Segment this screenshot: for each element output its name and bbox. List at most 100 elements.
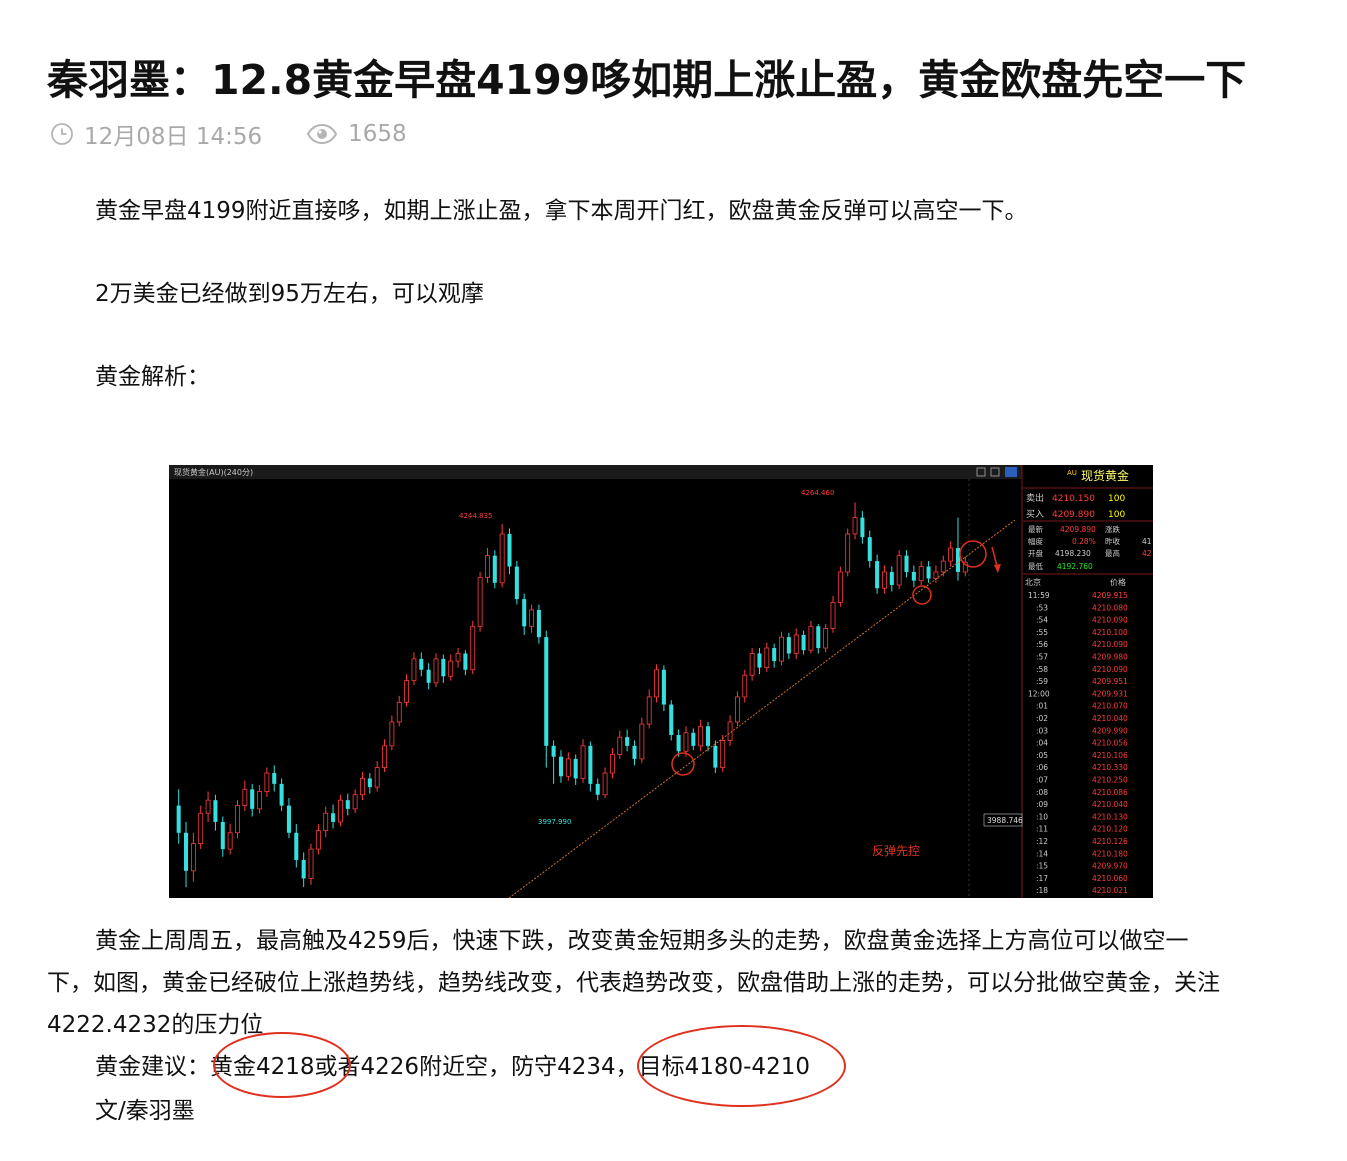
paragraph-analysis-heading: 黄金解析：	[95, 364, 210, 390]
candle-body	[323, 812, 329, 832]
candle-body	[918, 566, 924, 582]
candle	[779, 631, 784, 666]
candle-body	[485, 555, 490, 578]
tick-price: 4210.330	[1092, 763, 1128, 772]
low-value: 4192.760	[1057, 562, 1093, 571]
candle-body	[933, 571, 939, 579]
candle-body	[463, 653, 468, 670]
tick-time: :11	[1036, 825, 1048, 834]
candle	[499, 524, 505, 588]
latest-label: 最新	[1028, 524, 1044, 534]
candle-body	[455, 653, 461, 662]
prev-label: 昨收	[1105, 536, 1121, 546]
candle-body	[742, 674, 748, 698]
tick-time: :03	[1036, 726, 1048, 735]
clock-icon	[51, 123, 73, 145]
candle-body	[227, 832, 233, 850]
candle-body	[676, 734, 681, 752]
tick-header-time: 北京	[1025, 577, 1041, 587]
candle	[896, 550, 902, 590]
change-label: 涨跌	[1105, 524, 1121, 534]
tick-price: 4210.090	[1092, 665, 1128, 674]
candle-body	[639, 723, 645, 760]
prev-value: 41	[1142, 537, 1152, 546]
tick-price: 4209.980	[1092, 653, 1128, 662]
candle	[580, 739, 586, 783]
candle-body	[757, 653, 762, 668]
candle-body	[698, 725, 704, 747]
tick-price: 4209.951	[1092, 677, 1128, 686]
quote-header: 现货黄金	[1081, 468, 1129, 483]
high-label-2: 4264.460	[801, 489, 834, 497]
tick-time: :01	[1036, 702, 1048, 711]
candle	[823, 624, 829, 653]
tick-time: :04	[1036, 739, 1048, 748]
paragraph-analysis-2: 下，如图，黄金已经破位上涨趋势线，趋势线改变，代表趋势改变，欧盘借助上涨的走势，…	[47, 970, 1220, 996]
candle	[492, 550, 497, 589]
candle-body	[852, 517, 858, 535]
candle-body	[492, 555, 497, 583]
candle-body	[286, 805, 291, 833]
candle-body	[705, 726, 711, 746]
candle-body	[955, 548, 960, 572]
candle-body	[257, 791, 262, 810]
tick-time: :15	[1036, 862, 1048, 871]
candle	[661, 665, 666, 712]
quote-badge: AU	[1067, 469, 1077, 477]
candle-body	[875, 561, 880, 589]
candle-body	[250, 789, 255, 809]
tick-price: 4210.080	[1092, 603, 1128, 612]
candle-body	[595, 783, 600, 795]
article-title: 秦羽墨：12.8黄金早盘4199哆如期上涨止盈，黄金欧盘先空一下	[47, 56, 1247, 104]
candle-body	[374, 767, 380, 788]
tick-time: :53	[1036, 603, 1048, 612]
candle-body	[360, 778, 365, 796]
candle	[837, 566, 843, 607]
candle-body	[588, 745, 593, 784]
candle-body	[441, 658, 446, 677]
candle-body	[661, 669, 666, 705]
eye-icon	[306, 123, 338, 145]
candle-body	[610, 754, 615, 774]
high-label: 最高	[1105, 548, 1121, 558]
price-tag: 3988.746	[987, 816, 1023, 825]
candle-body	[720, 740, 726, 768]
tick-price: 4210.086	[1092, 788, 1128, 797]
candle-body	[669, 704, 674, 735]
tick-time: :54	[1036, 616, 1048, 625]
open-label: 开盘	[1028, 548, 1044, 558]
tick-price: 4210.126	[1092, 837, 1128, 846]
candle	[734, 691, 740, 727]
candle-body	[837, 571, 843, 603]
tick-time: 11:59	[1028, 591, 1050, 600]
candle-body	[220, 821, 225, 850]
publish-date: 12月08日 14:56	[50, 117, 262, 151]
candle-body	[911, 571, 916, 581]
candle-body	[749, 653, 755, 676]
tick-price: 4210.250	[1092, 776, 1128, 785]
candle-body	[499, 533, 505, 584]
view-count: 1658	[306, 121, 407, 147]
toolbar-window-button[interactable]	[1005, 467, 1017, 477]
high-value: 42	[1142, 549, 1152, 558]
low-label: 3997.990	[538, 818, 571, 826]
high-label-1: 4244.835	[459, 512, 492, 520]
tick-time: :17	[1036, 874, 1048, 883]
date-text: 12月08日 14:56	[84, 124, 263, 150]
tick-time: :08	[1036, 788, 1048, 797]
tick-time: :57	[1036, 653, 1048, 662]
candle-body	[213, 800, 218, 822]
candle-body	[396, 701, 402, 723]
tick-price: 4210.180	[1092, 849, 1128, 858]
candle-body	[352, 794, 358, 810]
tick-price: 4210.056	[1092, 739, 1128, 748]
candle-body	[816, 626, 821, 649]
signature: 文/秦羽墨	[95, 1098, 195, 1124]
candle-body	[551, 745, 556, 757]
tick-price: 4210.100	[1092, 628, 1128, 637]
candle-body	[419, 658, 424, 670]
candle-body	[507, 533, 512, 567]
tick-time: :09	[1036, 800, 1048, 809]
candle	[235, 800, 240, 839]
candle-body	[793, 634, 799, 654]
